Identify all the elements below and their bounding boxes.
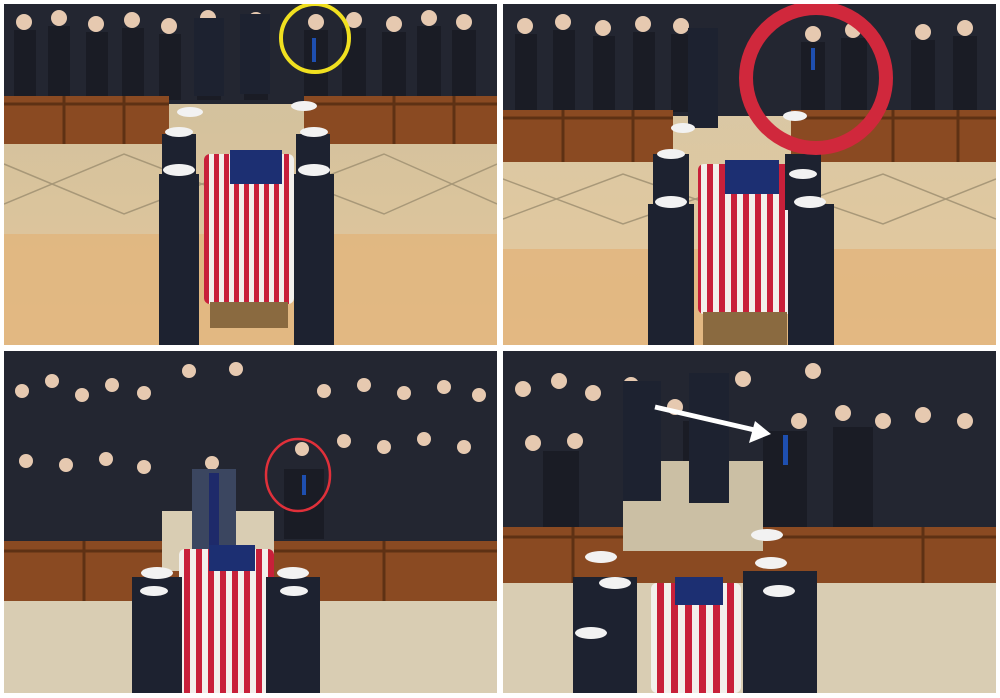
photo-collage xyxy=(0,0,1000,698)
funeral-scene-photo xyxy=(503,4,996,345)
funeral-scene-photo xyxy=(4,351,497,693)
funeral-scene-photo xyxy=(4,4,497,345)
photo-panel-bottom-right xyxy=(503,351,996,693)
photo-panel-top-left xyxy=(4,4,497,345)
photo-panel-bottom-left xyxy=(4,351,497,693)
funeral-scene-photo xyxy=(503,351,996,693)
photo-panel-top-right xyxy=(503,4,996,345)
